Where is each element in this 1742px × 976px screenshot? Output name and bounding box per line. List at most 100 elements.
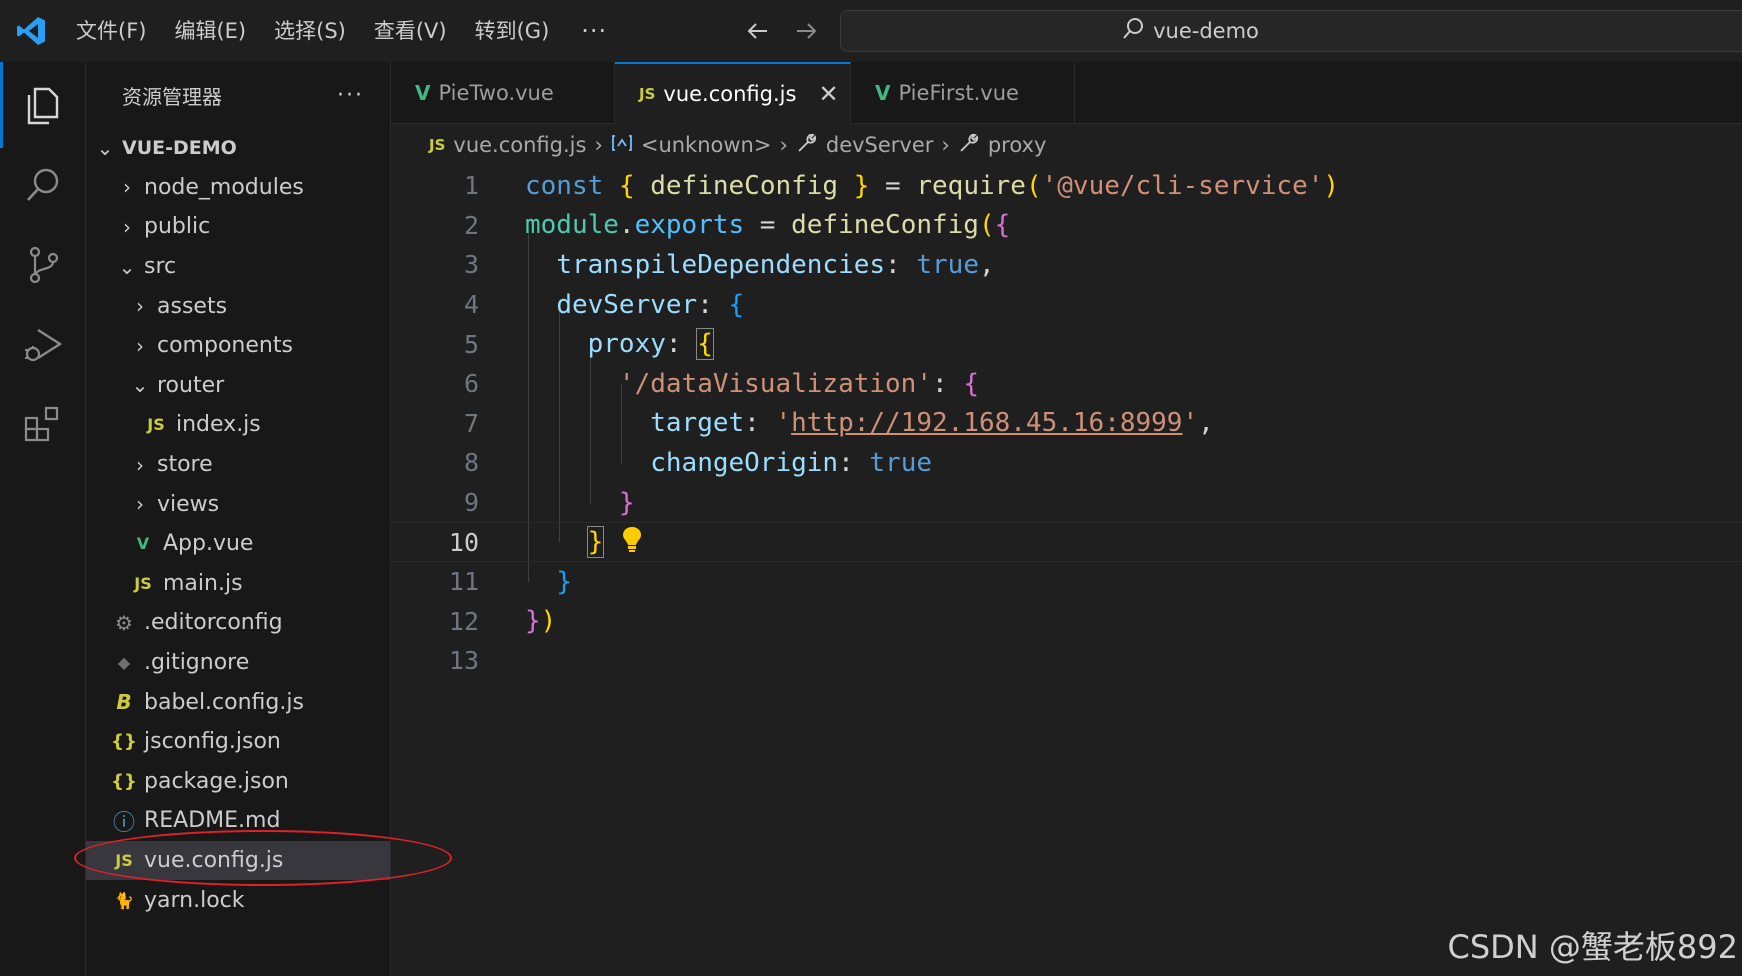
tree-folder-node-modules[interactable]: › node_modules [86,168,390,208]
tree-file-gitignore[interactable]: ◆ .gitignore [86,643,390,683]
chevron-down-icon: ⌄ [118,254,136,279]
menu-more-button[interactable]: ··· [563,0,625,62]
breadcrumb-file[interactable]: vue.config.js [453,133,586,157]
code-line: 3 transpileDependencies: true, [391,245,1742,285]
explorer-icon[interactable] [0,62,86,148]
explorer-title: 资源管理器 [122,84,222,109]
tab-piefirst-vue[interactable]: V PieFirst.vue [851,62,1075,124]
tree-folder-views[interactable]: › views [86,484,390,524]
tree-folder-store[interactable]: › store [86,445,390,485]
code-line: 11 } [391,562,1742,602]
code-line: 7 target: 'http://192.168.45.16:8999', [391,404,1742,444]
proxy-target-link[interactable]: http://192.168.45.16:8999 [791,408,1182,438]
watermark: CSDN @蟹老板892 [1447,928,1739,966]
tree-folder-router[interactable]: ⌄ router [86,366,390,406]
tree-file-package-json[interactable]: {} package.json [86,762,390,802]
git-icon: ◆ [117,653,131,673]
editor-tabs: V PieTwo.vue JS vue.config.js ✕ V PieFir… [391,62,1742,124]
code-line: 6 '/dataVisualization': { [391,364,1742,404]
javascript-file-icon: JS [147,415,165,435]
tab-vue-config-js[interactable]: JS vue.config.js ✕ [615,62,851,124]
menu-view[interactable]: 查看(V) [360,0,461,62]
chevron-right-icon: › [136,492,144,517]
tree-file-index-js[interactable]: JS index.js [86,405,390,445]
tree-root[interactable]: ⌄ VUE-DEMO [86,128,390,168]
breadcrumb: JS vue.config.js › <unknown> › devServer… [391,124,1742,166]
extensions-icon[interactable] [0,382,86,468]
line-number: 6 [463,369,479,399]
info-icon: ⓘ [112,810,135,836]
chevron-right-icon: › [123,214,131,239]
code-line: 4 devServer: { [391,285,1742,325]
vue-file-icon: V [136,534,150,554]
yarn-icon: 🐈 [114,890,134,910]
line-number: 12 [448,606,479,636]
forward-arrow-icon[interactable] [783,8,829,54]
menu-selection[interactable]: 选择(S) [260,0,360,62]
activity-bar [0,62,86,976]
tree-folder-src[interactable]: ⌄ src [86,247,390,287]
breadcrumb-separator: › [779,133,788,157]
line-number: 5 [463,329,479,359]
tree-file-jsconfig[interactable]: {} jsconfig.json [86,722,390,762]
chevron-right-icon: › [123,175,131,200]
run-debug-icon[interactable] [0,302,86,388]
line-number: 2 [463,210,479,240]
menu-file[interactable]: 文件(F) [62,0,160,62]
file-tree: ⌄ VUE-DEMO › node_modules › public ⌄ src… [86,128,390,920]
variable-icon [611,133,633,157]
search-text: vue-demo [1153,19,1259,43]
code-line: 1 const { defineConfig } = require('@vue… [391,166,1742,206]
line-number: 8 [463,448,479,478]
tree-file-app-vue[interactable]: V App.vue [86,524,390,564]
line-number: 1 [463,171,479,201]
search-icon[interactable] [0,142,86,228]
line-number: 11 [448,567,479,597]
tree-folder-assets[interactable]: › assets [86,286,390,326]
tab-pietwo-vue[interactable]: V PieTwo.vue [391,62,615,124]
line-number: 13 [448,646,479,676]
tree-file-editorconfig[interactable]: ⚙ .editorconfig [86,603,390,643]
breadcrumb-unknown[interactable]: <unknown> [641,133,772,157]
code-line: 5 proxy: { [391,324,1742,364]
vue-file-icon: V [875,81,891,105]
tree-file-main-js[interactable]: JS main.js [86,564,390,604]
explorer-more-button[interactable]: ··· [337,83,364,108]
json-file-icon: {} [111,770,137,792]
line-number: 7 [463,408,479,438]
babel-file-icon: B [116,690,132,715]
breadcrumb-separator: › [594,133,603,157]
breadcrumb-devserver[interactable]: devServer [826,133,934,157]
code-editor[interactable]: 1 const { defineConfig } = require('@vue… [391,166,1742,976]
menu-go[interactable]: 转到(G) [461,0,564,62]
gear-icon: ⚙ [115,610,133,635]
close-icon[interactable]: ✕ [818,80,838,108]
wrench-icon [958,132,980,159]
tree-folder-components[interactable]: › components [86,326,390,366]
chevron-down-icon: ⌄ [96,135,114,160]
chevron-down-icon: ⌄ [131,373,149,398]
wrench-icon [796,132,818,159]
code-line: 12 }) [391,602,1742,642]
javascript-file-icon: JS [639,85,656,103]
json-file-icon: {} [111,731,137,753]
breadcrumb-proxy[interactable]: proxy [988,133,1047,157]
chevron-right-icon: › [136,452,144,477]
code-line: 8 changeOrigin: true [391,443,1742,483]
menu-edit[interactable]: 编辑(E) [160,0,260,62]
vscode-logo-icon [0,0,62,62]
command-center-search[interactable]: vue-demo [840,10,1742,52]
source-control-icon[interactable] [0,222,86,308]
line-number: 10 [448,527,479,557]
code-line: 13 [391,641,1742,681]
chevron-right-icon: › [136,333,144,358]
line-number: 9 [463,488,479,518]
line-number: 4 [463,290,479,320]
tree-file-yarn-lock[interactable]: 🐈 yarn.lock [86,880,390,920]
search-icon [1121,17,1145,45]
back-arrow-icon[interactable] [735,8,781,54]
chevron-right-icon: › [136,294,144,319]
tree-file-babel-config[interactable]: B babel.config.js [86,682,390,722]
tree-folder-public[interactable]: › public [86,207,390,247]
javascript-file-icon: JS [134,573,152,593]
